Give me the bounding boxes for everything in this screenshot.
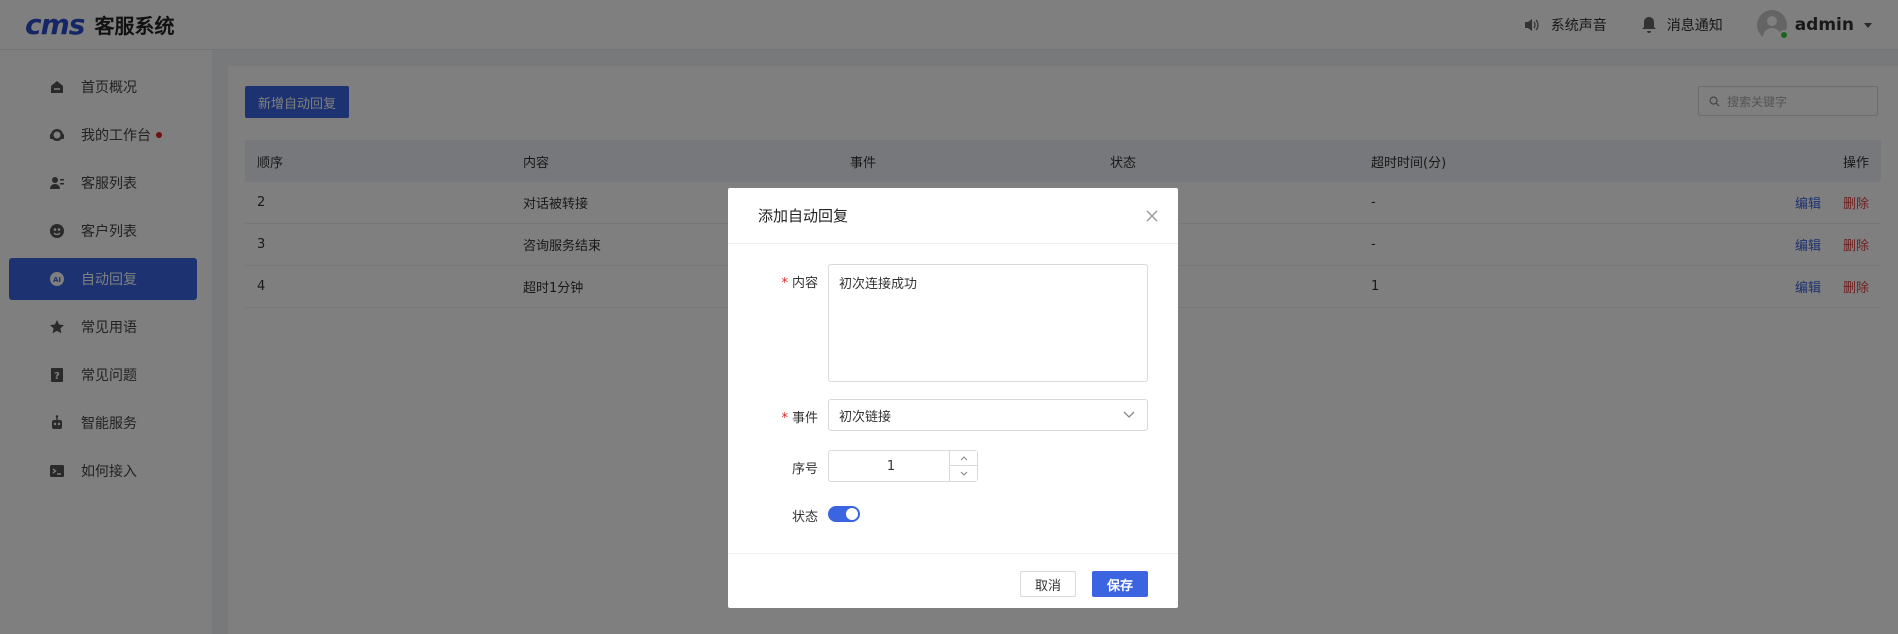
add-auto-reply-dialog: 添加自动回复 * 内容 初次连接成功 * 事件 初次链接 序号 1 状态 取消 保存 [728,188,1178,608]
chevron-down-icon [1123,411,1135,418]
status-label: 状态 [791,510,818,525]
dialog-title: 添加自动回复 [758,207,849,225]
close-icon[interactable] [1144,208,1160,224]
decrement-button[interactable] [950,466,977,481]
dialog-footer: 取消 保存 [728,553,1178,608]
cancel-button[interactable]: 取消 [1020,571,1076,597]
content-label: * 内容 [781,276,818,291]
dialog-header: 添加自动回复 [728,188,1178,244]
order-stepper[interactable]: 1 [828,450,978,482]
save-button[interactable]: 保存 [1092,571,1148,597]
content-textarea[interactable]: 初次连接成功 [828,264,1148,382]
increment-button[interactable] [950,451,977,466]
event-select-value: 初次链接 [839,409,892,425]
chevron-down-icon [960,471,967,476]
order-label: 序号 [791,462,818,477]
toggle-knob [846,508,858,520]
chevron-up-icon [960,455,967,460]
order-value: 1 [886,458,896,474]
status-toggle[interactable] [828,506,860,522]
event-label: * 事件 [781,411,818,426]
event-select[interactable]: 初次链接 [828,399,1148,431]
